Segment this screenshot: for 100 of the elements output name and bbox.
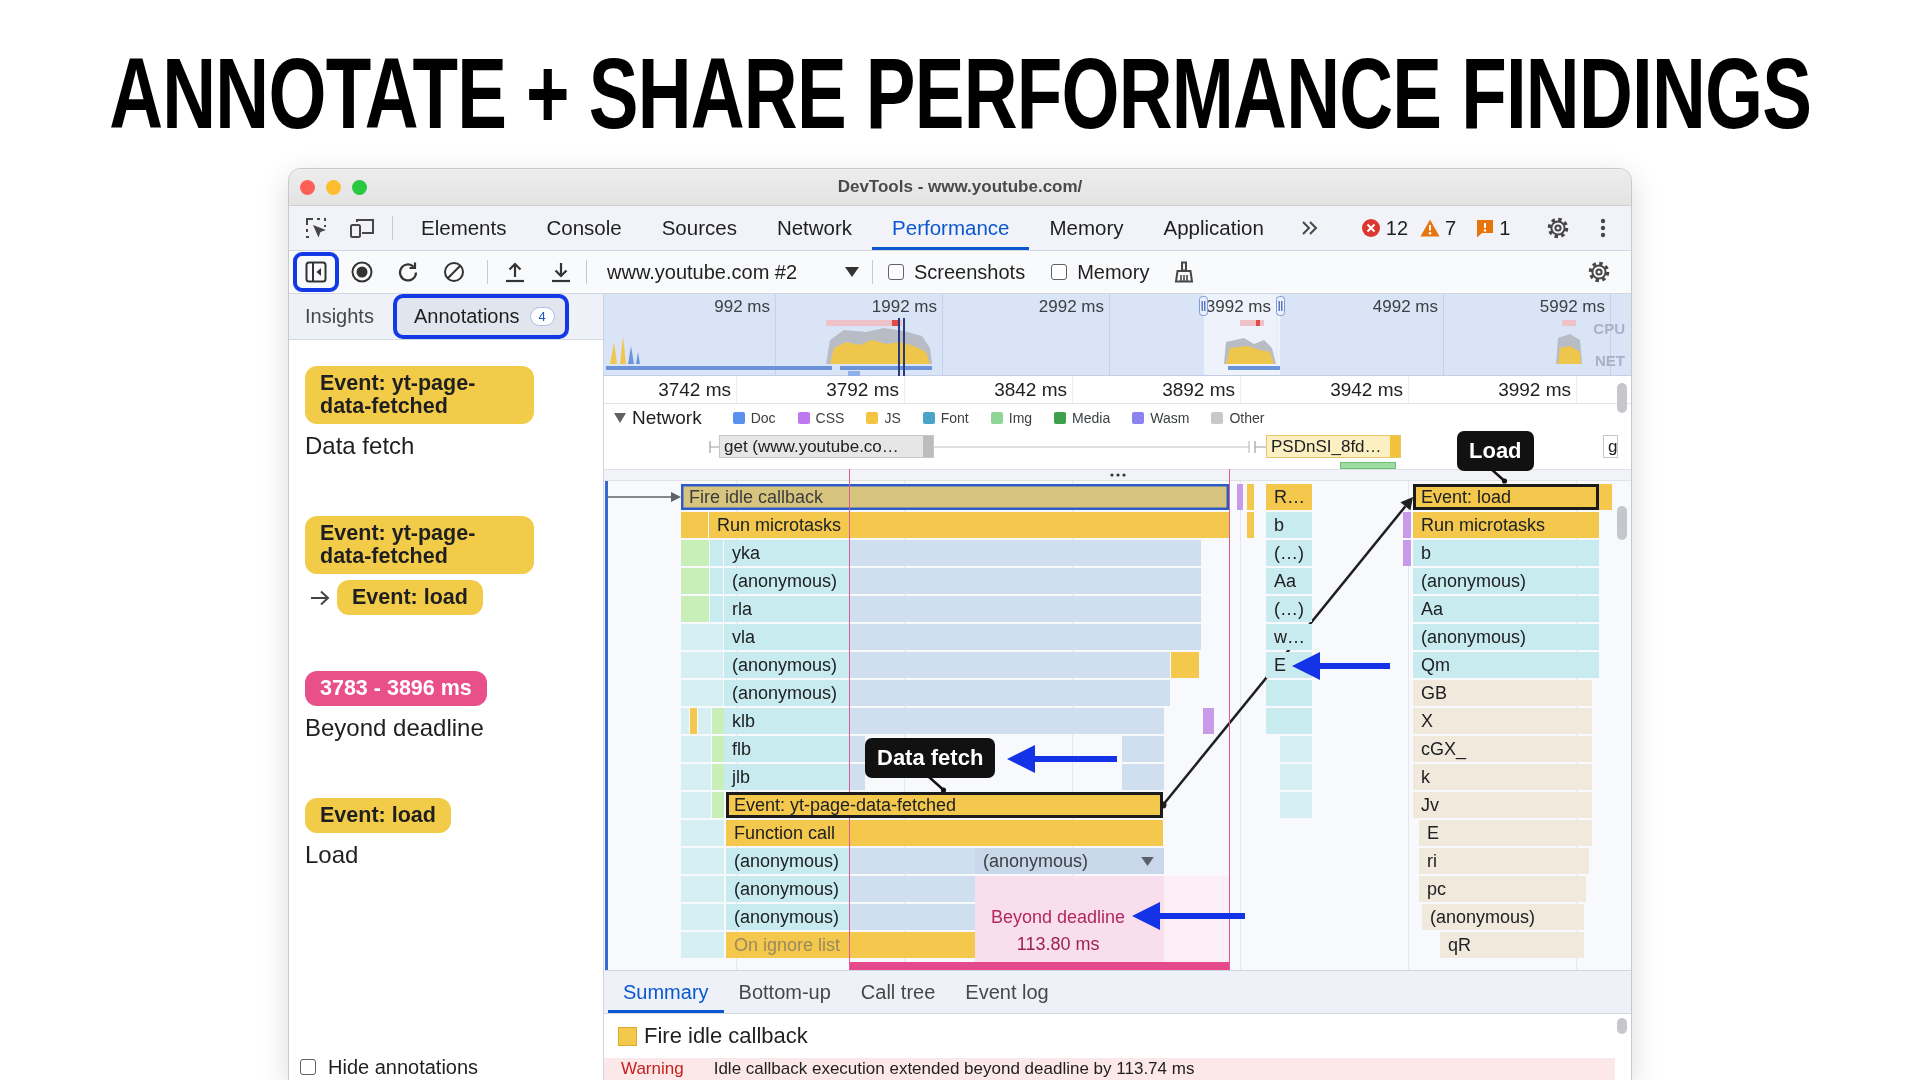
flame-chart-bar[interactable] bbox=[681, 652, 723, 678]
flame-chart-bar[interactable]: klb bbox=[724, 708, 1164, 734]
flame-chart-bar[interactable]: (anonymous) bbox=[724, 680, 1170, 706]
flame-chart-bar[interactable] bbox=[1237, 484, 1243, 510]
flame-chart-bar[interactable] bbox=[681, 512, 708, 538]
scrollbar-thumb[interactable] bbox=[1617, 506, 1627, 540]
flame-chart-bar[interactable]: Run microtasks bbox=[1413, 512, 1599, 538]
flame-chart-bar[interactable] bbox=[681, 568, 709, 594]
flame-chart-bar[interactable] bbox=[712, 764, 724, 790]
flame-chart-bar[interactable] bbox=[690, 708, 697, 734]
flame-chart-bar[interactable] bbox=[1266, 680, 1312, 706]
issue-counter-button[interactable]: 1 bbox=[1476, 206, 1511, 250]
flame-chart-bar[interactable] bbox=[1247, 512, 1254, 538]
flame-chart-bar[interactable]: b bbox=[1266, 512, 1312, 538]
flame-chart-bar[interactable]: (anonymous) bbox=[726, 904, 975, 930]
flame-chart-bar[interactable] bbox=[681, 932, 724, 958]
flame-chart-bar[interactable] bbox=[681, 624, 723, 650]
network-request-bar[interactable]: get (www.youtube.co… bbox=[719, 435, 934, 458]
flame-chart-bar[interactable] bbox=[1122, 764, 1164, 790]
network-request-bar[interactable]: PSDnSI_8fd… bbox=[1266, 435, 1401, 458]
flame-chart-bar[interactable]: (anonymous) bbox=[726, 876, 975, 902]
panel-tab[interactable]: Sources bbox=[641, 206, 757, 250]
track-label[interactable]: Network bbox=[632, 407, 702, 429]
flame-chart-bar[interactable]: vla bbox=[724, 624, 1201, 650]
checkbox-label[interactable]: Hide annotations bbox=[328, 1055, 479, 1079]
flame-chart-bar[interactable] bbox=[681, 708, 689, 734]
flame-chart-bar[interactable]: b bbox=[1413, 540, 1599, 566]
flame-chart-bar[interactable] bbox=[698, 708, 711, 734]
selection-handle[interactable] bbox=[1199, 296, 1208, 316]
checkbox[interactable] bbox=[300, 1059, 316, 1075]
flame-chart-bar[interactable] bbox=[681, 820, 724, 846]
panel-tab[interactable]: Network bbox=[756, 206, 873, 250]
scrollbar-thumb[interactable] bbox=[1617, 1018, 1627, 1034]
minimize-window-button[interactable] bbox=[326, 179, 341, 195]
flame-chart-bar[interactable]: k bbox=[1413, 764, 1592, 790]
flame-chart-bar[interactable]: (anonymous) bbox=[1413, 568, 1599, 594]
panel-tab[interactable]: Elements bbox=[401, 206, 527, 250]
flame-chart-bar[interactable] bbox=[1122, 736, 1164, 762]
scrollbar-thumb[interactable] bbox=[1617, 383, 1627, 413]
flame-chart-bar[interactable] bbox=[1266, 708, 1312, 734]
flame-chart-bar[interactable] bbox=[681, 596, 709, 622]
flame-chart-bar[interactable]: w… bbox=[1266, 624, 1312, 650]
device-toolbar-icon[interactable] bbox=[349, 217, 375, 239]
flame-chart-bar[interactable] bbox=[681, 736, 711, 762]
flame-chart-bar[interactable] bbox=[712, 736, 724, 762]
flame-chart-bar[interactable] bbox=[681, 680, 723, 706]
flame-chart-bar[interactable]: Fire idle callback bbox=[681, 484, 1229, 510]
flame-chart-bar[interactable]: Function call bbox=[726, 820, 1163, 846]
flame-chart-bar[interactable]: (anonymous) bbox=[975, 848, 1164, 874]
flame-chart-bar[interactable] bbox=[1203, 708, 1214, 734]
checkbox[interactable] bbox=[1051, 264, 1068, 280]
flame-chart-bar[interactable] bbox=[1280, 736, 1312, 762]
details-tab[interactable]: Event log bbox=[950, 971, 1064, 1013]
flame-chart-bar[interactable]: yka bbox=[724, 540, 1201, 566]
flame-chart-bar[interactable]: (anonymous) bbox=[724, 568, 1201, 594]
flame-chart-bar[interactable]: flb bbox=[724, 736, 865, 762]
caret-icon[interactable] bbox=[1141, 856, 1154, 866]
flame-chart-bar[interactable]: Aa bbox=[1266, 568, 1312, 594]
flame-chart-bar[interactable]: (…) bbox=[1266, 540, 1312, 566]
selection-handle[interactable] bbox=[1276, 296, 1285, 316]
flame-chart-bar[interactable] bbox=[681, 876, 724, 902]
flame-chart-bar[interactable]: jlb bbox=[724, 764, 865, 790]
flame-chart-bar[interactable]: (anonymous) bbox=[726, 848, 975, 874]
broom-icon[interactable] bbox=[1173, 261, 1196, 283]
flame-chart-bar[interactable]: (…) bbox=[1266, 596, 1312, 622]
flame-chart-bar[interactable] bbox=[1599, 484, 1612, 510]
flame-chart-bar[interactable] bbox=[1247, 484, 1254, 510]
flame-chart-bar[interactable] bbox=[712, 708, 724, 734]
more-options-icon[interactable] bbox=[1600, 218, 1607, 238]
more-tabs-icon[interactable] bbox=[1300, 220, 1319, 236]
flame-chart-bar[interactable] bbox=[1171, 652, 1199, 678]
flame-chart-bar[interactable] bbox=[1280, 792, 1312, 818]
flame-chart-bar[interactable]: ri bbox=[1419, 848, 1589, 874]
flame-chart-bar[interactable]: rla bbox=[724, 596, 1201, 622]
flame-chart-bar[interactable]: Qm bbox=[1413, 652, 1599, 678]
flame-chart-bar[interactable] bbox=[1403, 540, 1411, 566]
flame-chart-bar[interactable] bbox=[710, 540, 723, 566]
flame-chart-bar[interactable] bbox=[681, 540, 709, 566]
flame-chart-bar[interactable]: E bbox=[1419, 820, 1592, 846]
flame-chart-bar[interactable] bbox=[681, 904, 724, 930]
flame-chart-bar[interactable]: Aa bbox=[1413, 596, 1599, 622]
flame-chart-bar[interactable] bbox=[710, 568, 723, 594]
zoom-window-button[interactable] bbox=[352, 179, 367, 195]
settings-icon[interactable] bbox=[1546, 216, 1571, 240]
flame-chart-bar[interactable]: pc bbox=[1419, 876, 1586, 902]
overview-selection[interactable] bbox=[1204, 294, 1280, 375]
details-tab[interactable]: Summary bbox=[608, 971, 724, 1013]
details-tab[interactable]: Bottom-up bbox=[723, 971, 846, 1013]
flame-chart-bar[interactable] bbox=[681, 764, 711, 790]
expand-triangle-icon[interactable] bbox=[614, 413, 626, 423]
flame-chart-bar[interactable]: Event: load bbox=[1413, 484, 1599, 510]
network-request-bar[interactable]: g bbox=[1603, 435, 1618, 458]
flame-chart-bar[interactable] bbox=[681, 848, 724, 874]
network-request-bar[interactable] bbox=[1340, 462, 1396, 469]
flame-chart-bar[interactable]: Jv bbox=[1413, 792, 1592, 818]
checkbox-label[interactable]: Memory bbox=[1077, 260, 1150, 284]
warning-counter-button[interactable]: 7 bbox=[1420, 206, 1457, 250]
flame-chart-bar[interactable] bbox=[1280, 764, 1312, 790]
inspect-element-icon[interactable] bbox=[305, 217, 327, 239]
settings-icon[interactable] bbox=[1587, 260, 1611, 284]
